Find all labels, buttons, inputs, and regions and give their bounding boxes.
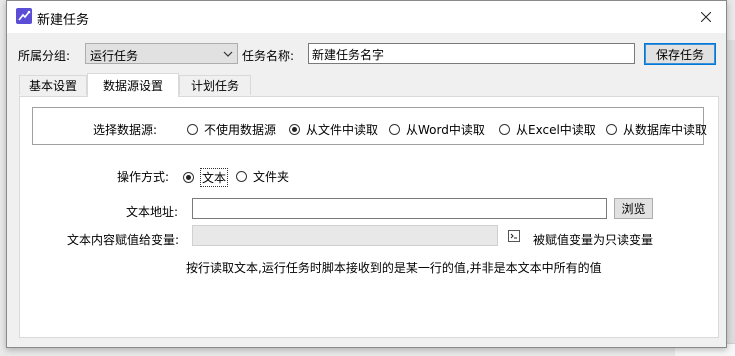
new-task-dialog: 新建任务 所属分组: 运行任务 任务名称: 新建任务名字 保存任务 基本设置 数… [6, 0, 727, 348]
read-hint-text: 按行读取文本,运行任务时脚本接收到的是某一行的值,并非是本文本中所有的值 [186, 261, 602, 275]
radio-label: 从数据库中读取 [623, 123, 708, 137]
radio-icon [187, 124, 198, 135]
radio-from-file[interactable]: 从文件中读取 [289, 121, 378, 138]
text-address-input[interactable] [192, 198, 607, 219]
radio-no-source[interactable]: 不使用数据源 [187, 121, 276, 138]
group-select[interactable]: 运行任务 [85, 43, 238, 64]
app-icon [16, 8, 32, 24]
tab-scheduled-task[interactable]: 计划任务 [179, 75, 251, 95]
title-bar: 新建任务 [7, 1, 726, 33]
radio-icon [389, 124, 400, 135]
tab-bar: 基本设置 数据源设置 计划任务 [19, 73, 719, 97]
radio-text[interactable]: 文本 [183, 168, 229, 187]
chevron-down-icon [223, 51, 233, 57]
radio-icon [183, 172, 194, 183]
operation-label: 操作方式: [117, 170, 170, 184]
assign-variable-label: 文本内容赋值给变量: [67, 233, 180, 247]
radio-icon [289, 124, 300, 135]
browse-button[interactable]: 浏览 [614, 198, 653, 219]
task-name-label: 任务名称: [242, 49, 295, 63]
group-label: 所属分组: [18, 49, 71, 63]
readonly-variable-note: 被赋值变量为只读变量 [533, 233, 654, 247]
tab-basic-settings[interactable]: 基本设置 [19, 75, 87, 95]
radio-label: 从文件中读取 [306, 123, 379, 137]
radio-label: 不使用数据源 [204, 123, 277, 137]
variable-insert-icon[interactable] [508, 230, 520, 242]
close-icon [701, 12, 711, 22]
data-source-panel: 选择数据源: 不使用数据源 从文件中读取 从Word中读取 从Excel中读取 … [19, 96, 719, 338]
radio-from-database[interactable]: 从数据库中读取 [606, 121, 707, 138]
radio-label: 文件夹 [253, 170, 290, 184]
radio-label: 从Excel中读取 [516, 123, 596, 137]
tab-data-source-settings[interactable]: 数据源设置 [87, 73, 179, 97]
radio-folder[interactable]: 文件夹 [236, 168, 289, 185]
task-header-row: 所属分组: 运行任务 任务名称: 新建任务名字 保存任务 [7, 41, 726, 67]
save-task-button[interactable]: 保存任务 [644, 43, 716, 65]
radio-from-excel[interactable]: 从Excel中读取 [499, 121, 596, 138]
task-name-input[interactable]: 新建任务名字 [308, 43, 635, 64]
window-title: 新建任务 [37, 13, 90, 28]
radio-from-word[interactable]: 从Word中读取 [389, 121, 485, 138]
text-address-label: 文本地址: [126, 205, 179, 219]
radio-icon [499, 124, 510, 135]
assign-variable-input[interactable] [192, 225, 498, 246]
close-button[interactable] [686, 1, 726, 33]
radio-icon [606, 124, 617, 135]
radio-label: 从Word中读取 [406, 123, 485, 137]
data-source-group: 选择数据源: 不使用数据源 从文件中读取 从Word中读取 从Excel中读取 … [32, 107, 707, 145]
group-select-value: 运行任务 [90, 49, 139, 63]
radio-icon [236, 171, 247, 182]
radio-label: 文本 [200, 168, 229, 187]
background-scrollbar [726, 40, 735, 356]
data-source-label: 选择数据源: [93, 123, 158, 137]
